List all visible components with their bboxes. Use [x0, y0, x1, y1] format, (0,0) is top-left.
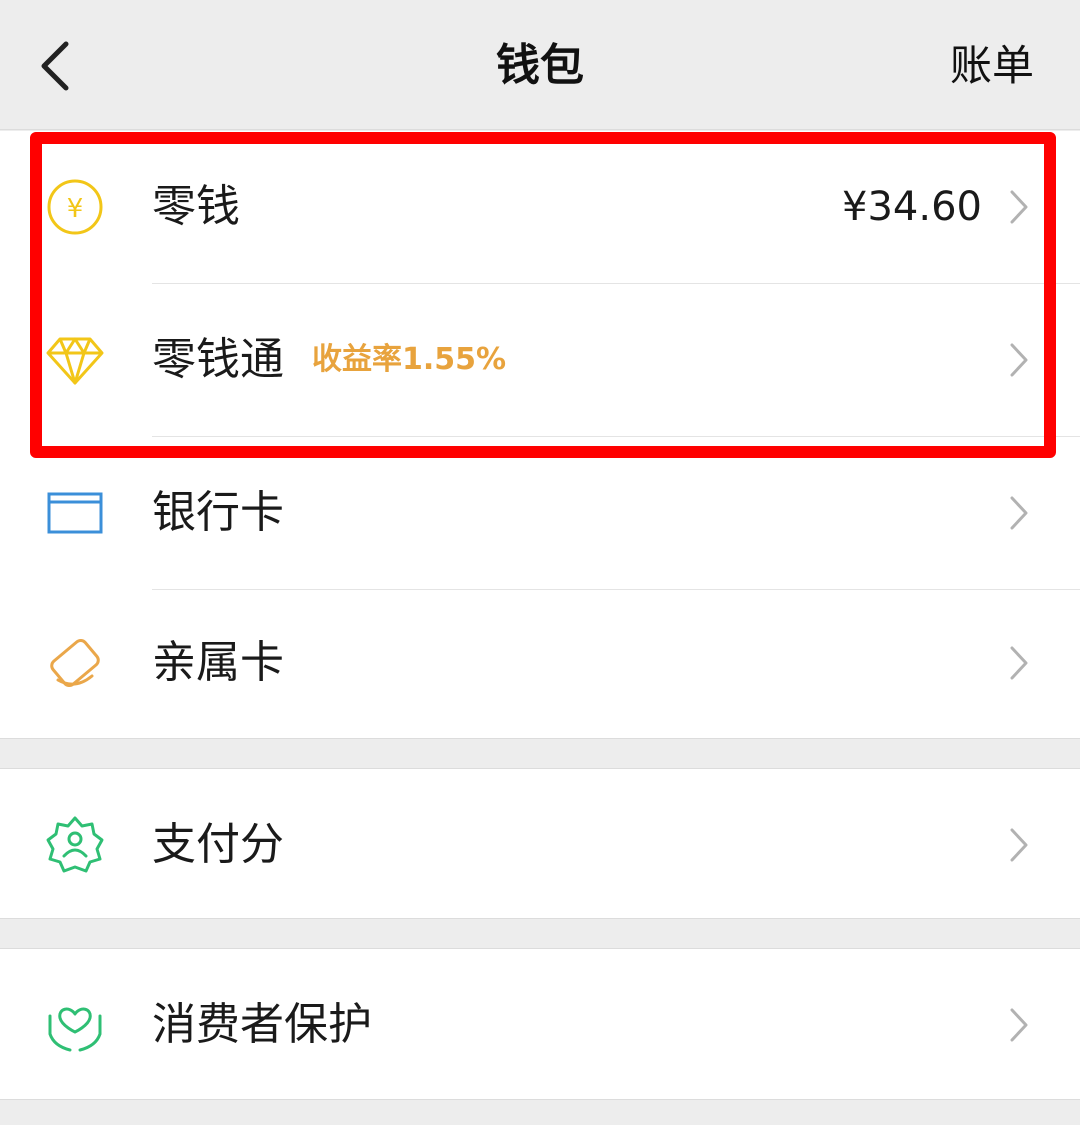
- consumer-protection-icon: [48, 1007, 102, 1052]
- row-pay-score[interactable]: 支付分: [0, 769, 1080, 920]
- bank-card-icon: [47, 492, 103, 534]
- row-bank-card[interactable]: 银行卡: [0, 437, 1080, 589]
- wallet-group-protection: 消费者保护: [0, 948, 1080, 1100]
- row-label: 零钱: [152, 181, 240, 232]
- bill-button[interactable]: 账单: [950, 38, 1034, 94]
- chevron-right-icon: [1010, 646, 1028, 680]
- row-label: 银行卡: [152, 487, 284, 538]
- row-family-card[interactable]: 亲属卡: [0, 587, 1080, 739]
- diamond-icon: [46, 337, 104, 385]
- chevron-right-icon: [1010, 496, 1028, 530]
- wallet-group-main: ¥ 零钱 ¥34.60 零钱通 收益率1.55% 银行卡 亲属卡: [0, 131, 1080, 739]
- yuan-coin-icon: ¥: [47, 179, 103, 235]
- svg-text:¥: ¥: [67, 194, 84, 224]
- row-label: 零钱通: [152, 334, 284, 385]
- wallet-group-score: 支付分: [0, 768, 1080, 919]
- family-card-icon: [50, 638, 100, 688]
- row-label: 消费者保护: [152, 999, 372, 1050]
- nav-header: 钱包 账单: [0, 0, 1080, 130]
- row-label: 亲属卡: [152, 637, 284, 688]
- chevron-right-icon: [1010, 1008, 1028, 1042]
- balance-value: ¥34.60: [842, 184, 982, 230]
- chevron-right-icon: [1010, 190, 1028, 224]
- row-consumer-protection[interactable]: 消费者保护: [0, 949, 1080, 1101]
- row-label: 支付分: [152, 818, 284, 870]
- row-change[interactable]: ¥ 零钱 ¥34.60: [0, 131, 1080, 283]
- page-title: 钱包: [496, 40, 584, 91]
- row-change-plus[interactable]: 零钱通 收益率1.55%: [0, 284, 1080, 436]
- pay-score-icon: [46, 816, 104, 872]
- chevron-right-icon: [1010, 828, 1028, 861]
- chevron-right-icon: [1010, 343, 1028, 377]
- yield-badge: 收益率1.55%: [312, 342, 507, 377]
